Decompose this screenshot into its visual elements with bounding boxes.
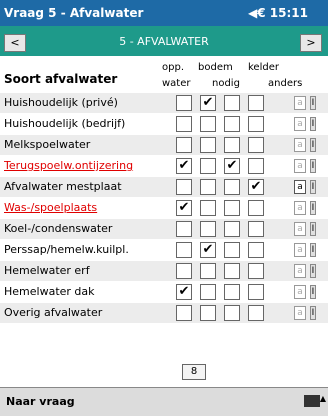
col-header-1-line1: bodem xyxy=(198,62,233,73)
checkbox-col-0[interactable] xyxy=(176,305,192,321)
remark-a-button[interactable]: a xyxy=(294,138,306,152)
info-button[interactable]: I xyxy=(310,138,316,152)
checkbox-col-3[interactable] xyxy=(248,200,264,216)
info-button[interactable]: I xyxy=(310,117,316,131)
info-button[interactable]: I xyxy=(310,264,316,278)
remark-a-button[interactable]: a xyxy=(294,285,306,299)
goto-question-button[interactable]: Naar vraag xyxy=(6,395,75,408)
row-label: Hemelwater dak xyxy=(4,285,95,298)
checkbox-col-3[interactable] xyxy=(248,137,264,153)
checkbox-col-3[interactable]: ✔ xyxy=(248,179,264,195)
checkbox-col-1[interactable]: ✔ xyxy=(200,242,216,258)
checkbox-col-1[interactable] xyxy=(200,137,216,153)
page-number: 8 xyxy=(182,364,206,380)
checkbox-col-1[interactable]: ✔ xyxy=(200,95,216,111)
app-title: Vraag 5 - Afvalwater xyxy=(4,6,144,20)
clock[interactable]: ◀€ 15:11 xyxy=(248,6,308,20)
row-label: Huishoudelijk (privé) xyxy=(4,96,118,109)
checkbox-col-0[interactable] xyxy=(176,263,192,279)
title-bar: Vraag 5 - Afvalwater ◀€ 15:11 xyxy=(0,0,328,26)
checkbox-col-1[interactable] xyxy=(200,284,216,300)
row-label: Overig afvalwater xyxy=(4,306,103,319)
info-button[interactable]: I xyxy=(310,222,316,236)
checkbox-col-2[interactable] xyxy=(224,305,240,321)
checkbox-col-3[interactable] xyxy=(248,263,264,279)
checkbox-col-0[interactable] xyxy=(176,137,192,153)
checkbox-col-1[interactable] xyxy=(200,179,216,195)
checkbox-col-0[interactable] xyxy=(176,242,192,258)
checkbox-col-3[interactable] xyxy=(248,116,264,132)
checkbox-col-0[interactable]: ✔ xyxy=(176,158,192,174)
checkbox-col-0[interactable]: ✔ xyxy=(176,200,192,216)
checkbox-col-3[interactable] xyxy=(248,284,264,300)
checkbox-col-1[interactable] xyxy=(200,221,216,237)
keyboard-menu-arrow[interactable]: ▲ xyxy=(320,394,326,403)
remark-a-button[interactable]: a xyxy=(294,159,306,173)
next-button[interactable]: > xyxy=(300,34,322,52)
checkbox-col-0[interactable] xyxy=(176,221,192,237)
col-header-1-line2: nodig xyxy=(212,78,240,89)
checkbox-col-2[interactable]: ✔ xyxy=(224,158,240,174)
remark-a-button[interactable]: a xyxy=(294,96,306,110)
info-button[interactable]: I xyxy=(310,159,316,173)
checkbox-col-0[interactable] xyxy=(176,179,192,195)
info-button[interactable]: I xyxy=(310,306,316,320)
row-label: Huishoudelijk (bedrijf) xyxy=(4,117,126,130)
checkbox-col-1[interactable] xyxy=(200,158,216,174)
row-label: Melkspoelwater xyxy=(4,138,91,151)
remark-a-button[interactable]: a xyxy=(294,117,306,131)
info-button[interactable]: I xyxy=(310,96,316,110)
checkbox-col-2[interactable] xyxy=(224,179,240,195)
checkbox-col-1[interactable] xyxy=(200,116,216,132)
remark-a-button[interactable]: a xyxy=(294,201,306,215)
row-label: Afvalwater mestplaat xyxy=(4,180,122,193)
row-label: Koel-/condenswater xyxy=(4,222,113,235)
checkbox-col-1[interactable] xyxy=(200,305,216,321)
info-button[interactable]: I xyxy=(310,180,316,194)
section-title: 5 - AFVALWATER xyxy=(119,35,209,48)
checkbox-col-2[interactable] xyxy=(224,284,240,300)
checkbox-col-1[interactable] xyxy=(200,200,216,216)
row-label[interactable]: Was-/spoelplaats xyxy=(4,198,176,218)
info-button[interactable]: I xyxy=(310,243,316,257)
checkbox-col-2[interactable] xyxy=(224,263,240,279)
checkbox-col-3[interactable] xyxy=(248,95,264,111)
col-header-0-line1: opp. xyxy=(162,62,184,73)
navigation-bar: < 5 - AFVALWATER > xyxy=(0,26,328,56)
col-header-0-line2: water xyxy=(162,78,191,89)
checkbox-col-3[interactable] xyxy=(248,242,264,258)
row-label: Hemelwater erf xyxy=(4,264,90,277)
remark-a-button[interactable]: a xyxy=(294,264,306,278)
remark-a-button[interactable]: a xyxy=(294,243,306,257)
table-header-label: Soort afvalwater xyxy=(4,72,118,86)
col-header-3-line2: anders xyxy=(268,78,303,89)
row-label[interactable]: Terugspoelw.ontijzering xyxy=(4,156,176,176)
checkbox-col-3[interactable] xyxy=(248,305,264,321)
checkbox-col-2[interactable] xyxy=(224,200,240,216)
remark-a-button[interactable]: a xyxy=(294,306,306,320)
checkbox-col-0[interactable] xyxy=(176,95,192,111)
keyboard-icon[interactable] xyxy=(304,395,320,407)
checkbox-col-2[interactable] xyxy=(224,221,240,237)
checkbox-col-3[interactable] xyxy=(248,221,264,237)
checkbox-col-2[interactable] xyxy=(224,116,240,132)
remark-a-button[interactable]: a xyxy=(294,180,306,194)
remark-a-button[interactable]: a xyxy=(294,222,306,236)
info-button[interactable]: I xyxy=(310,285,316,299)
checkbox-col-2[interactable] xyxy=(224,95,240,111)
checkbox-col-0[interactable] xyxy=(176,116,192,132)
bottom-bar: Naar vraag ▲ xyxy=(0,387,328,416)
row-label: Perssap/hemelw.kuilpl. xyxy=(4,243,129,256)
checkbox-col-2[interactable] xyxy=(224,137,240,153)
checkbox-col-3[interactable] xyxy=(248,158,264,174)
info-button[interactable]: I xyxy=(310,201,316,215)
col-header-2-line1: kelder xyxy=(248,62,279,73)
checkbox-col-1[interactable] xyxy=(200,263,216,279)
checkbox-col-2[interactable] xyxy=(224,242,240,258)
checkbox-col-0[interactable]: ✔ xyxy=(176,284,192,300)
